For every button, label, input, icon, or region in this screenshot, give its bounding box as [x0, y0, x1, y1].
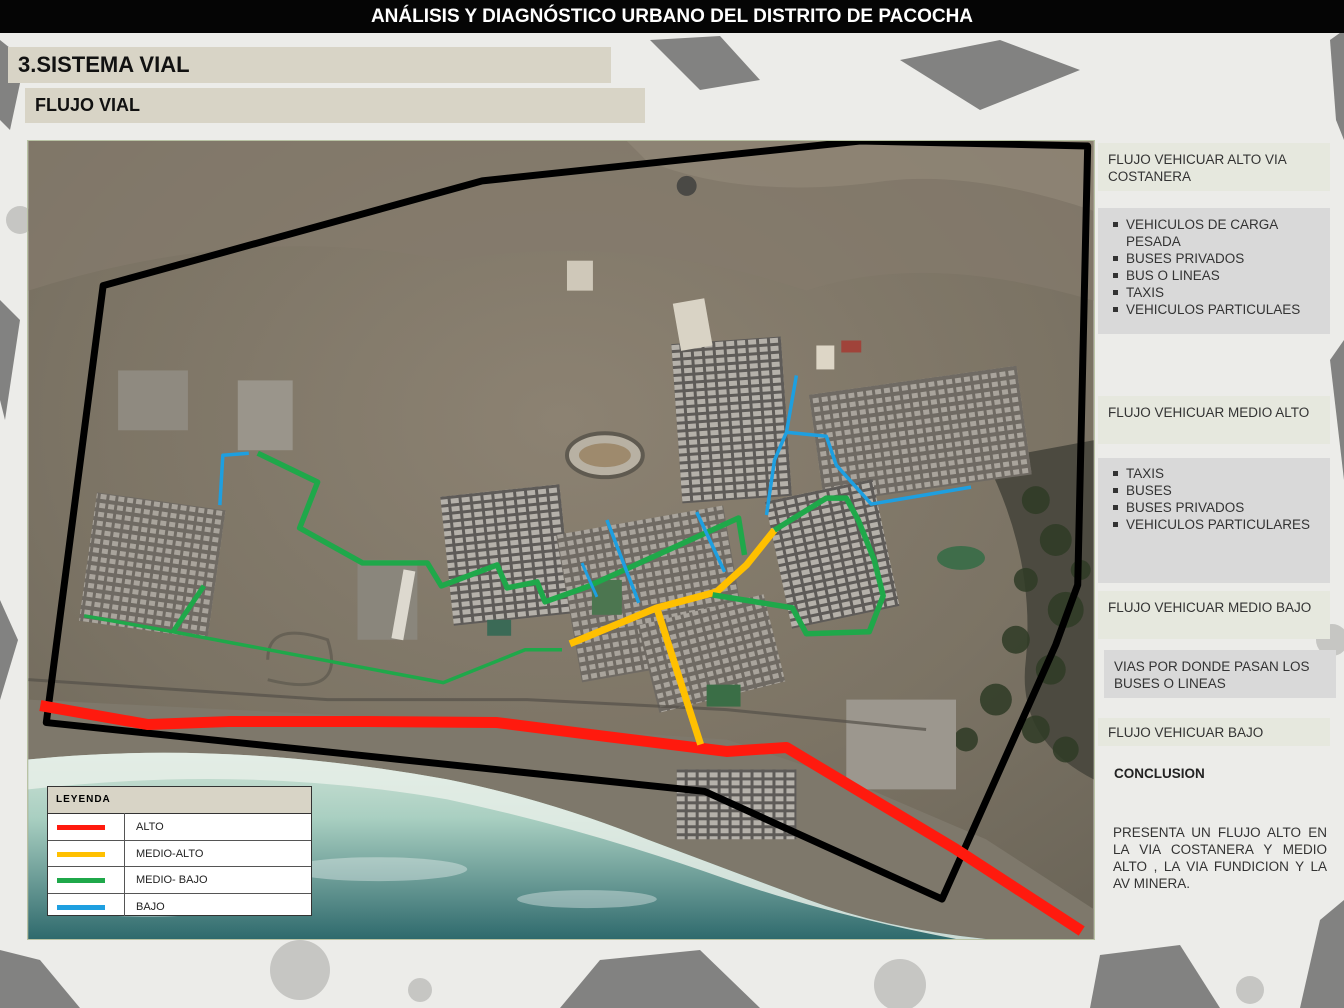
alto-item: VEHICULOS PARTICULAES [1113, 301, 1320, 318]
conclusion-text: PRESENTA UN FLUJO ALTO EN LA VIA COSTANE… [1113, 825, 1327, 891]
panel-medio-alto-title: FLUJO VEHICUAR MEDIO ALTO [1098, 396, 1330, 444]
panel-bajo-title: FLUJO VEHICUAR BAJO [1098, 718, 1330, 746]
alto-item: VEHICULOS DE CARGA PESADA [1113, 216, 1320, 250]
legend-label-medio-bajo: MEDIO- BAJO [136, 874, 208, 886]
alto-item: BUSES PRIVADOS [1113, 250, 1320, 267]
legend-swatch-alto [57, 825, 105, 830]
legend-swatch-medio-alto [57, 851, 105, 857]
panel-alto-items: VEHICULOS DE CARGA PESADA BUSES PRIVADOS… [1098, 208, 1330, 334]
page-title: ANÁLISIS Y DIAGNÓSTICO URBANO DEL DISTRI… [0, 0, 1344, 33]
legend-title: LEYENDA [48, 787, 311, 814]
medio-alto-item: VEHICULOS PARTICULARES [1113, 516, 1320, 533]
legend-swatch-medio-bajo [57, 878, 105, 883]
legend-label-bajo: BAJO [136, 900, 165, 913]
panel-alto-title: FLUJO VEHICUAR ALTO VIA COSTANERA [1098, 143, 1330, 191]
alto-item: TAXIS [1113, 284, 1320, 301]
section-title: 3.SISTEMA VIAL [8, 47, 611, 83]
legend-swatch-bajo [57, 904, 105, 910]
panel-medio-bajo-title: FLUJO VEHICUAR MEDIO BAJO [1098, 591, 1330, 639]
legend-item-medio-alto: MEDIO-ALTO [48, 841, 311, 867]
panel-medio-bajo-note: VIAS POR DONDE PASAN LOS BUSES O LINEAS [1104, 650, 1336, 698]
legend-item-bajo: BAJO [48, 894, 311, 920]
section-subtitle: FLUJO VIAL [25, 88, 645, 123]
panel-medio-alto-items: TAXIS BUSES BUSES PRIVADOS VEHICULOS PAR… [1098, 458, 1330, 583]
medio-alto-item: TAXIS [1113, 465, 1320, 482]
map-legend: LEYENDA ALTO MEDIO-ALTO MEDIO- BAJO BAJO [47, 786, 312, 916]
legend-label-medio-alto: MEDIO-ALTO [136, 847, 204, 860]
alto-item: BUS O LINEAS [1113, 267, 1320, 284]
legend-item-alto: ALTO [48, 814, 311, 841]
conclusion-title: CONCLUSION [1114, 766, 1205, 781]
legend-item-medio-bajo: MEDIO- BAJO [48, 867, 311, 894]
medio-alto-item: BUSES PRIVADOS [1113, 499, 1320, 516]
legend-label-alto: ALTO [136, 821, 164, 833]
medio-alto-item: BUSES [1113, 482, 1320, 499]
